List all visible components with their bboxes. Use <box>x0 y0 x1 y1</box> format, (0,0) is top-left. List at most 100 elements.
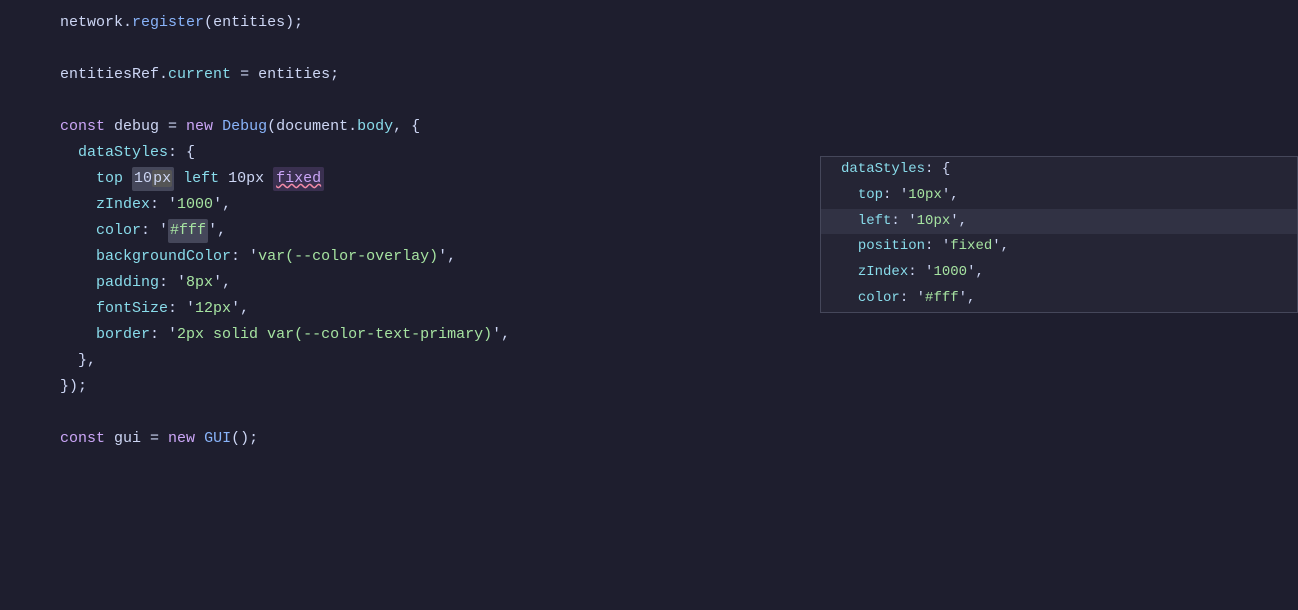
ac-token: : ' <box>891 210 916 234</box>
token: left <box>183 167 219 191</box>
code-line-empty <box>0 36 1298 62</box>
token: gui <box>105 427 150 451</box>
token: ( <box>204 11 213 35</box>
token: 8px <box>186 271 213 295</box>
autocomplete-item[interactable]: position: 'fixed', <box>821 234 1297 260</box>
token: : ' <box>159 271 186 295</box>
token: GUI <box>204 427 231 451</box>
ac-token: 10px <box>908 184 942 208</box>
token: ', <box>213 193 231 217</box>
ac-token: : ' <box>908 261 933 285</box>
token: var(--color-overlay) <box>258 245 438 269</box>
token-fff: #fff <box>168 219 208 243</box>
token: register <box>132 11 204 35</box>
token: }); <box>60 375 87 399</box>
token: ', <box>231 297 249 321</box>
autocomplete-item-selected[interactable]: left: '10px', <box>821 209 1297 235</box>
token: 2px solid var(--color-text-primary) <box>177 323 492 347</box>
code-line: }); <box>0 374 1298 400</box>
ac-token: 1000 <box>933 261 967 285</box>
token <box>60 219 96 243</box>
ac-token: ', <box>992 235 1009 259</box>
token: ', <box>208 219 226 243</box>
token: : ' <box>168 297 195 321</box>
autocomplete-item[interactable]: dataStyles: { <box>821 157 1297 183</box>
ac-token <box>841 235 858 259</box>
token: entitiesRef <box>60 63 159 87</box>
token <box>60 297 96 321</box>
code-line-empty <box>0 400 1298 426</box>
token <box>213 115 222 139</box>
token: network <box>60 11 123 35</box>
code-line: const gui = new GUI(); <box>0 426 1298 452</box>
token: Debug <box>222 115 267 139</box>
ac-token: zIndex <box>858 261 908 285</box>
token: const <box>60 427 105 451</box>
token: body <box>357 115 393 139</box>
token: 1000 <box>177 193 213 217</box>
token-fixed: fixed <box>273 167 324 191</box>
autocomplete-item[interactable]: zIndex: '1000', <box>821 260 1297 286</box>
token: , { <box>393 115 420 139</box>
ac-token: ', <box>942 184 959 208</box>
code-editor[interactable]: network.register(entities); entitiesRef.… <box>0 0 1298 610</box>
token: = <box>231 63 258 87</box>
ac-token <box>841 261 858 285</box>
code-line-empty <box>0 88 1298 114</box>
token: (); <box>231 427 258 451</box>
token: top <box>96 167 123 191</box>
ac-token: 10px <box>917 210 951 234</box>
token: = <box>150 427 168 451</box>
ac-token <box>841 287 858 311</box>
autocomplete-panel[interactable]: dataStyles: { top: '10px', left: '10px',… <box>820 156 1298 313</box>
token <box>60 245 96 269</box>
token <box>195 427 204 451</box>
ac-token: dataStyles <box>841 158 925 182</box>
ac-token <box>841 184 858 208</box>
token: dataStyles <box>78 141 168 165</box>
token-px: 10px <box>132 167 174 191</box>
token: ', <box>492 323 510 347</box>
token <box>60 167 96 191</box>
token: : ' <box>231 245 258 269</box>
token: ', <box>438 245 456 269</box>
token: (document. <box>267 115 357 139</box>
autocomplete-item[interactable]: color: '#fff', <box>821 286 1297 312</box>
token: : ' <box>141 219 168 243</box>
token: color <box>96 219 141 243</box>
token: : { <box>168 141 195 165</box>
ac-token: color <box>858 287 900 311</box>
token: zIndex <box>96 193 150 217</box>
token: 10px <box>219 167 273 191</box>
code-line: const debug = new Debug(document.body, { <box>0 114 1298 140</box>
token: new <box>186 115 213 139</box>
code-line: }, <box>0 348 1298 374</box>
token <box>123 167 132 191</box>
token: = <box>168 115 186 139</box>
token <box>60 323 96 347</box>
token: : ' <box>150 323 177 347</box>
token <box>60 141 78 165</box>
token: entities <box>213 11 285 35</box>
token: debug <box>105 115 168 139</box>
ac-token: #fff <box>925 287 959 311</box>
ac-token: fixed <box>950 235 992 259</box>
token <box>60 193 96 217</box>
code-line: entitiesRef.current = entities; <box>0 62 1298 88</box>
ac-token <box>841 210 858 234</box>
autocomplete-item[interactable]: top: '10px', <box>821 183 1297 209</box>
ac-token: : ' <box>883 184 908 208</box>
token: ; <box>330 63 339 87</box>
token: current <box>168 63 231 87</box>
token: . <box>159 63 168 87</box>
ac-token: position <box>858 235 925 259</box>
token: . <box>123 11 132 35</box>
token: const <box>60 115 105 139</box>
ac-token: : { <box>925 158 950 182</box>
token <box>174 167 183 191</box>
ac-token: left <box>858 210 892 234</box>
ac-token: top <box>858 184 883 208</box>
token: backgroundColor <box>96 245 231 269</box>
token: fontSize <box>96 297 168 321</box>
token: ); <box>285 11 303 35</box>
